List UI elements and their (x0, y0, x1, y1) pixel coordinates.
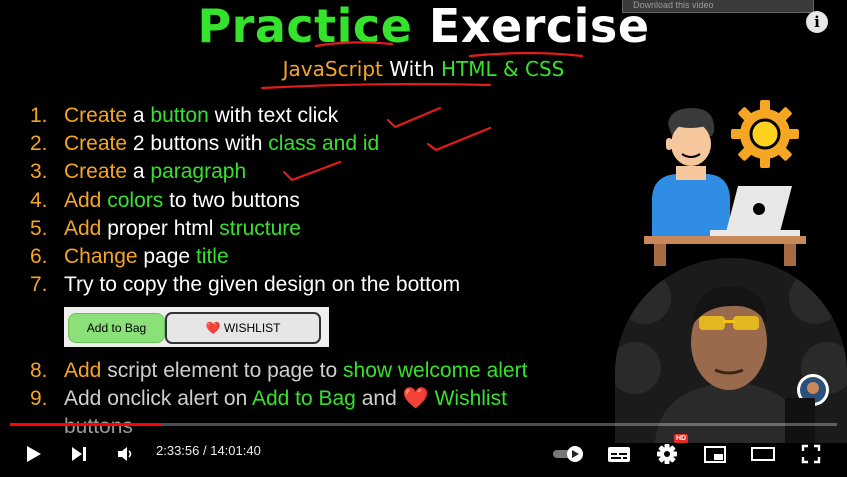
time-total: 14:01:40 (210, 443, 261, 458)
play-icon (27, 445, 41, 462)
play-button[interactable] (16, 430, 50, 477)
download-video-button[interactable]: Download this video (622, 0, 814, 13)
subtitles-button[interactable] (603, 430, 635, 477)
miniplayer-button[interactable] (700, 430, 730, 477)
autoplay-toggle[interactable] (549, 430, 589, 477)
volume-icon (118, 446, 132, 461)
next-button[interactable] (62, 430, 96, 477)
progress-bar[interactable] (10, 423, 837, 426)
time-current: 2:33:56 (156, 443, 200, 458)
player-controls: 2:33:56 / 14:01:40 HD (0, 430, 847, 477)
next-icon (72, 446, 86, 461)
progress-played (10, 423, 162, 426)
time-display: 2:33:56 / 14:01:40 (156, 443, 261, 458)
miniplayer-icon (704, 445, 726, 463)
theater-mode-button[interactable] (747, 430, 779, 477)
subtitles-icon (608, 446, 630, 462)
hd-badge: HD (674, 434, 689, 443)
info-icon[interactable]: i (806, 11, 828, 33)
fullscreen-icon (801, 444, 821, 463)
developer-illustration-icon (644, 100, 806, 266)
mute-button[interactable] (110, 430, 140, 477)
fullscreen-button[interactable] (796, 430, 826, 477)
autoplay-toggle-icon (553, 445, 583, 462)
theater-icon (751, 446, 775, 461)
settings-icon (657, 443, 677, 464)
